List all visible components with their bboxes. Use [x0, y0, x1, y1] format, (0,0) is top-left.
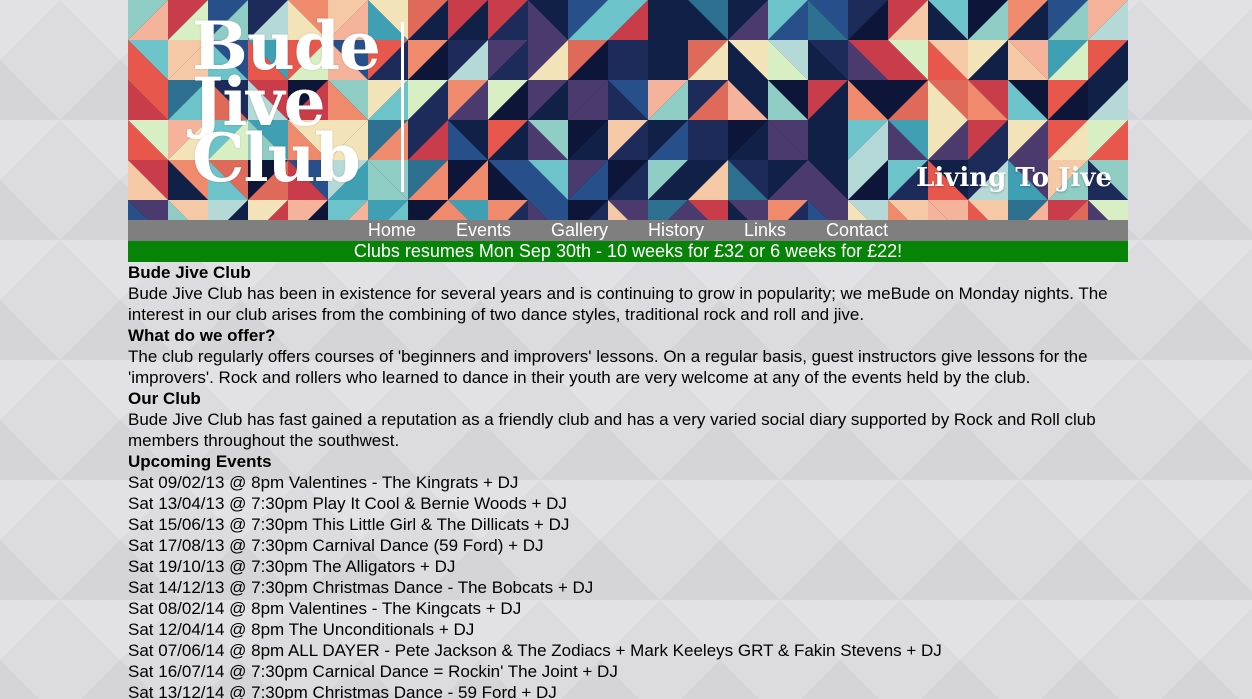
section-about: Bude Jive Club Bude Jive Club has been i…	[128, 262, 1128, 325]
section-heading-our-club: Our Club	[128, 389, 201, 408]
section-our-club: Our Club Bude Jive Club has fast gained …	[128, 388, 1128, 451]
section-heading-events: Upcoming Events	[128, 452, 272, 471]
section-body-our-club: Bude Jive Club has fast gained a reputat…	[128, 410, 1096, 450]
logo-divider	[401, 22, 404, 192]
section-heading-offer: What do we offer?	[128, 326, 276, 345]
event-item: Sat 16/07/14 @ 7:30pm Carnical Dance = R…	[128, 662, 618, 681]
event-item: Sat 14/12/13 @ 7:30pm Christmas Dance - …	[128, 578, 594, 597]
nav-links[interactable]: Links	[744, 220, 786, 241]
page-wrapper: Bude Jive Club Living To Jive Home Event…	[128, 0, 1128, 699]
header-banner: Bude Jive Club Living To Jive	[128, 0, 1128, 220]
event-item: Sat 13/04/13 @ 7:30pm Play It Cool & Ber…	[128, 494, 567, 513]
event-item: Sat 12/04/14 @ 8pm The Unconditionals + …	[128, 620, 475, 639]
site-tagline: Living To Jive	[916, 163, 1112, 193]
section-offer: What do we offer? The club regularly off…	[128, 325, 1128, 388]
event-item: Sat 15/06/13 @ 7:30pm This Little Girl &…	[128, 515, 570, 534]
section-upcoming-events: Upcoming Events Sat 09/02/13 @ 8pm Valen…	[128, 451, 1128, 699]
event-item: Sat 09/02/13 @ 8pm Valentines - The King…	[128, 473, 519, 492]
nav-gallery[interactable]: Gallery	[551, 220, 608, 241]
site-logo[interactable]: Bude Jive Club	[192, 13, 381, 197]
event-item: Sat 07/06/14 @ 8pm ALL DAYER - Pete Jack…	[128, 641, 942, 660]
section-body-about: Bude Jive Club has been in existence for…	[128, 284, 1108, 324]
main-content: Bude Jive Club Bude Jive Club has been i…	[128, 262, 1128, 699]
section-body-offer: The club regularly offers courses of 'be…	[128, 347, 1088, 387]
nav-home[interactable]: Home	[368, 220, 416, 241]
event-item: Sat 17/08/13 @ 7:30pm Carnival Dance (59…	[128, 536, 544, 555]
announcement-banner: Clubs resumes Mon Sep 30th - 10 weeks fo…	[128, 241, 1128, 262]
logo-line-club: Club	[192, 119, 361, 197]
nav-history[interactable]: History	[648, 220, 704, 241]
event-item: Sat 08/02/14 @ 8pm Valentines - The King…	[128, 599, 522, 618]
events-list: Sat 09/02/13 @ 8pm Valentines - The King…	[128, 472, 1128, 699]
nav-events[interactable]: Events	[456, 220, 511, 241]
section-heading-about: Bude Jive Club	[128, 263, 251, 282]
nav-contact[interactable]: Contact	[826, 220, 888, 241]
event-item: Sat 13/12/14 @ 7:30pm Christmas Dance - …	[128, 683, 557, 699]
main-navigation: Home Events Gallery History Links Contac…	[128, 220, 1128, 241]
event-item: Sat 19/10/13 @ 7:30pm The Alligators + D…	[128, 557, 456, 576]
